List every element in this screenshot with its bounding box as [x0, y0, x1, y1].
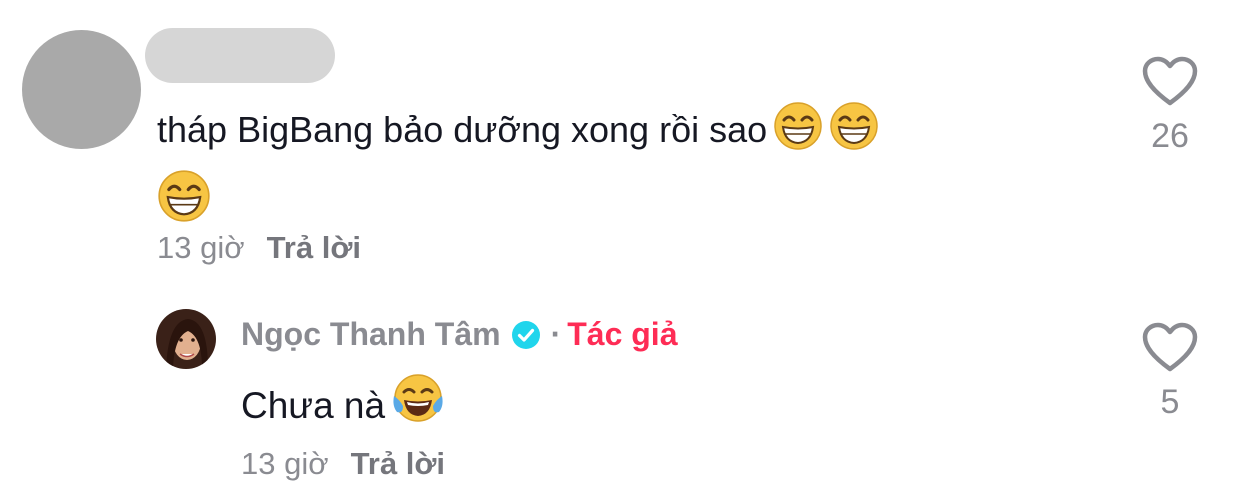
- comment-reply-button[interactable]: Trả lời: [267, 230, 361, 265]
- header-separator: ·: [550, 316, 562, 352]
- heart-icon[interactable]: [1142, 56, 1198, 112]
- comment-text: tháp BigBang bảo dưỡng xong rồi sao: [157, 109, 768, 150]
- author-badge: Tác giả: [567, 316, 678, 352]
- comment-meta: 13 giờ Trả lời: [157, 230, 361, 266]
- tears-of-joy-emoji: [391, 372, 445, 440]
- comment-like[interactable]: 26: [1125, 56, 1215, 156]
- verified-badge-icon: [511, 320, 541, 358]
- comment-body: tháp BigBang bảo dưỡng xong rồi sao: [157, 100, 1057, 241]
- grinning-face-emoji: [773, 101, 823, 169]
- reply-like-count: 5: [1160, 383, 1180, 421]
- reply-body: Chưa nà: [241, 372, 445, 440]
- reply-author-name[interactable]: Ngọc Thanh Tâm: [241, 316, 501, 352]
- reply-header: Ngọc Thanh Tâm · Tác giả: [241, 316, 677, 358]
- reply-author-avatar[interactable]: [156, 309, 216, 369]
- commenter-avatar[interactable]: [22, 30, 141, 149]
- comment-time: 13 giờ: [157, 230, 245, 265]
- reply-meta: 13 giờ Trả lời: [241, 446, 445, 482]
- grinning-face-emoji: [829, 101, 879, 169]
- comment-like-count: 26: [1151, 117, 1189, 155]
- commenter-name-redacted[interactable]: [145, 28, 335, 83]
- reply-time: 13 giờ: [241, 446, 329, 481]
- reply-reply-button[interactable]: Trả lời: [351, 446, 445, 481]
- heart-icon[interactable]: [1142, 322, 1198, 378]
- reply-text: Chưa nà: [241, 385, 386, 426]
- reply-like[interactable]: 5: [1125, 322, 1215, 422]
